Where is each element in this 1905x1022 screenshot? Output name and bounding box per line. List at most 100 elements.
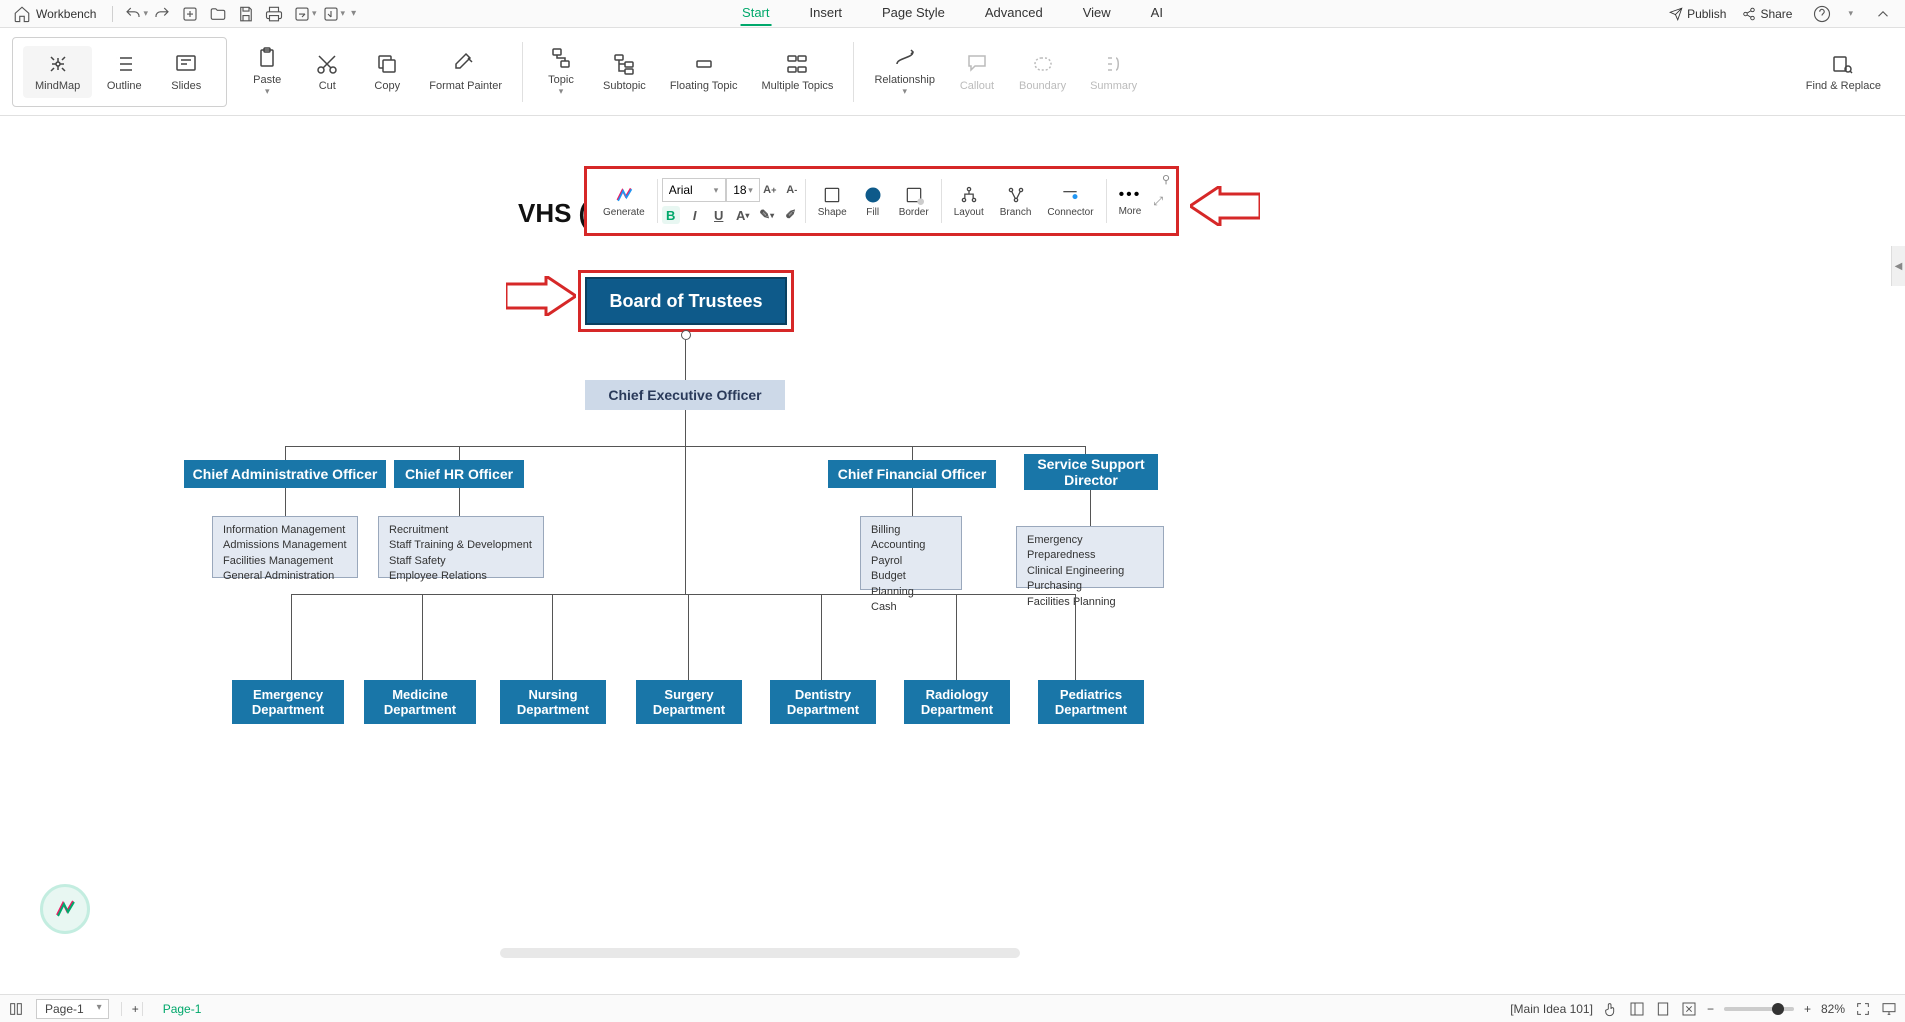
page-selector[interactable]: Page-1 bbox=[36, 999, 109, 1019]
root-node[interactable]: Board of Trustees bbox=[578, 270, 794, 332]
collapse-ribbon-icon[interactable] bbox=[1874, 5, 1892, 23]
cut-button[interactable]: Cut bbox=[297, 46, 357, 98]
officer-node[interactable]: Chief Administrative Officer bbox=[184, 460, 386, 488]
side-panel-toggle[interactable]: ◀ bbox=[1891, 246, 1905, 286]
dept-node[interactable]: Medicine Department bbox=[364, 680, 476, 724]
import-icon[interactable] bbox=[322, 5, 340, 23]
font-color-icon[interactable]: A▾ bbox=[734, 206, 752, 224]
help-icon[interactable] bbox=[1813, 5, 1831, 23]
detail-box[interactable]: Emergency Preparedness Clinical Engineer… bbox=[1016, 526, 1164, 588]
detail-box[interactable]: Billing Accounting Payrol Budget Plannin… bbox=[860, 516, 962, 590]
new-icon[interactable] bbox=[181, 5, 199, 23]
format-painter-button[interactable]: Format Painter bbox=[417, 46, 514, 98]
title-bar: Workbench ▾ ▾ ▾ ▾ Start Insert Page Styl… bbox=[0, 0, 1905, 28]
find-replace-button[interactable]: Find & Replace bbox=[1794, 46, 1893, 98]
detail-box[interactable]: Information Management Admissions Manage… bbox=[212, 516, 358, 578]
single-page-icon[interactable] bbox=[1655, 1001, 1671, 1017]
page-tab[interactable]: Page-1 bbox=[151, 1002, 214, 1016]
subtopic-button[interactable]: Subtopic bbox=[591, 46, 658, 98]
mindmap-view-button[interactable]: MindMap bbox=[23, 46, 92, 98]
layout-button[interactable]: Layout bbox=[946, 183, 992, 220]
ceo-node[interactable]: Chief Executive Officer bbox=[585, 380, 785, 410]
underline-icon[interactable]: U bbox=[710, 206, 728, 224]
slides-view-button[interactable]: Slides bbox=[156, 46, 216, 98]
callout-button[interactable]: Callout bbox=[947, 46, 1007, 98]
canvas[interactable]: VHS ( ⚲ Generate ▾ ▾ A+ A- B I U A▾ ✎▾ bbox=[0, 116, 1905, 994]
redo-icon[interactable] bbox=[153, 5, 171, 23]
annotation-arrow-root bbox=[506, 276, 576, 316]
boundary-button[interactable]: Boundary bbox=[1007, 46, 1078, 98]
border-button[interactable]: Border bbox=[891, 183, 937, 220]
generate-button[interactable]: Generate bbox=[595, 183, 653, 220]
more-button[interactable]: ••• More bbox=[1111, 184, 1150, 219]
dept-node[interactable]: Surgery Department bbox=[636, 680, 742, 724]
menu-ai[interactable]: AI bbox=[1149, 1, 1165, 26]
topic-button[interactable]: Topic ▾ bbox=[531, 40, 591, 103]
publish-button[interactable]: Publish bbox=[1669, 7, 1726, 21]
more-quickaccess[interactable]: ▾ bbox=[351, 8, 356, 19]
dept-node[interactable]: Emergency Department bbox=[232, 680, 344, 724]
relationship-button[interactable]: Relationship ▾ bbox=[862, 40, 947, 103]
undo-icon[interactable] bbox=[124, 5, 142, 23]
shape-button[interactable]: Shape bbox=[810, 183, 855, 220]
officer-node[interactable]: Service Support Director bbox=[1024, 454, 1158, 490]
main-idea-indicator: [Main Idea 101] bbox=[1510, 1002, 1593, 1016]
dept-node[interactable]: Dentistry Department bbox=[770, 680, 876, 724]
pin-icon[interactable]: ⚲ bbox=[1162, 173, 1170, 186]
outline-view-button[interactable]: Outline bbox=[94, 46, 154, 98]
menu-view[interactable]: View bbox=[1081, 1, 1113, 26]
highlight-icon[interactable]: ✎▾ bbox=[758, 206, 776, 224]
home-icon[interactable] bbox=[13, 5, 31, 23]
save-icon[interactable] bbox=[237, 5, 255, 23]
open-icon[interactable] bbox=[209, 5, 227, 23]
fullscreen-icon[interactable] bbox=[1855, 1001, 1871, 1017]
font-size-select[interactable] bbox=[726, 178, 760, 202]
layout-view-icon[interactable] bbox=[1629, 1001, 1645, 1017]
menu-insert[interactable]: Insert bbox=[808, 1, 845, 26]
decrease-font-icon[interactable]: A- bbox=[783, 181, 801, 199]
chart-title: VHS ( bbox=[518, 198, 587, 229]
dept-node[interactable]: Pediatrics Department bbox=[1038, 680, 1144, 724]
menu-advanced[interactable]: Advanced bbox=[983, 1, 1045, 26]
menu-start[interactable]: Start bbox=[740, 1, 771, 26]
zoom-out-button[interactable]: − bbox=[1707, 1002, 1714, 1016]
menu-pagestyle[interactable]: Page Style bbox=[880, 1, 947, 26]
floating-topic-button[interactable]: Floating Topic bbox=[658, 46, 750, 98]
copy-button[interactable]: Copy bbox=[357, 46, 417, 98]
fit-view-icon[interactable] bbox=[1681, 1001, 1697, 1017]
workbench-label[interactable]: Workbench bbox=[36, 7, 96, 21]
ai-assistant-button[interactable] bbox=[40, 884, 90, 934]
zoom-slider[interactable] bbox=[1724, 1007, 1794, 1011]
zoom-in-button[interactable]: + bbox=[1804, 1002, 1811, 1016]
presentation-icon[interactable] bbox=[1881, 1001, 1897, 1017]
connector-button[interactable]: Connector bbox=[1039, 183, 1101, 220]
zoom-percent[interactable]: 82% bbox=[1821, 1002, 1845, 1016]
branch-button[interactable]: Branch bbox=[992, 183, 1040, 220]
print-icon[interactable] bbox=[265, 5, 283, 23]
add-page-button[interactable]: + bbox=[121, 1002, 143, 1016]
annotation-arrow-toolbar bbox=[1190, 186, 1260, 226]
paste-button[interactable]: Paste ▾ bbox=[237, 40, 297, 103]
hand-tool-icon[interactable] bbox=[1603, 1001, 1619, 1017]
italic-icon[interactable]: I bbox=[686, 206, 704, 224]
multiple-topics-button[interactable]: Multiple Topics bbox=[749, 46, 845, 98]
bold-icon[interactable]: B bbox=[662, 206, 680, 224]
expand-handle-icon[interactable] bbox=[681, 330, 691, 340]
export-icon[interactable] bbox=[293, 5, 311, 23]
detail-box[interactable]: Recruitment Staff Training & Development… bbox=[378, 516, 544, 578]
clear-format-icon[interactable]: ✐ bbox=[782, 206, 800, 224]
officer-node[interactable]: Chief HR Officer bbox=[394, 460, 524, 488]
officer-node[interactable]: Chief Financial Officer bbox=[828, 460, 996, 488]
expand-arrow-icon[interactable]: ⤢ bbox=[1153, 194, 1163, 209]
floating-format-toolbar: ⚲ Generate ▾ ▾ A+ A- B I U A▾ ✎▾ ✐ bbox=[584, 166, 1179, 236]
dept-node[interactable]: Nursing Department bbox=[500, 680, 606, 724]
pages-panel-icon[interactable] bbox=[8, 1001, 24, 1017]
increase-font-icon[interactable]: A+ bbox=[761, 181, 779, 199]
summary-button[interactable]: Summary bbox=[1078, 46, 1149, 98]
share-button[interactable]: Share bbox=[1742, 7, 1792, 21]
view-mode-group: MindMap Outline Slides bbox=[12, 37, 227, 107]
horizontal-scrollbar[interactable] bbox=[500, 948, 1020, 958]
dept-node[interactable]: Radiology Department bbox=[904, 680, 1010, 724]
fill-button[interactable]: Fill bbox=[855, 183, 891, 220]
status-bar: Page-1 + Page-1 [Main Idea 101] − + 82% bbox=[0, 994, 1905, 1022]
